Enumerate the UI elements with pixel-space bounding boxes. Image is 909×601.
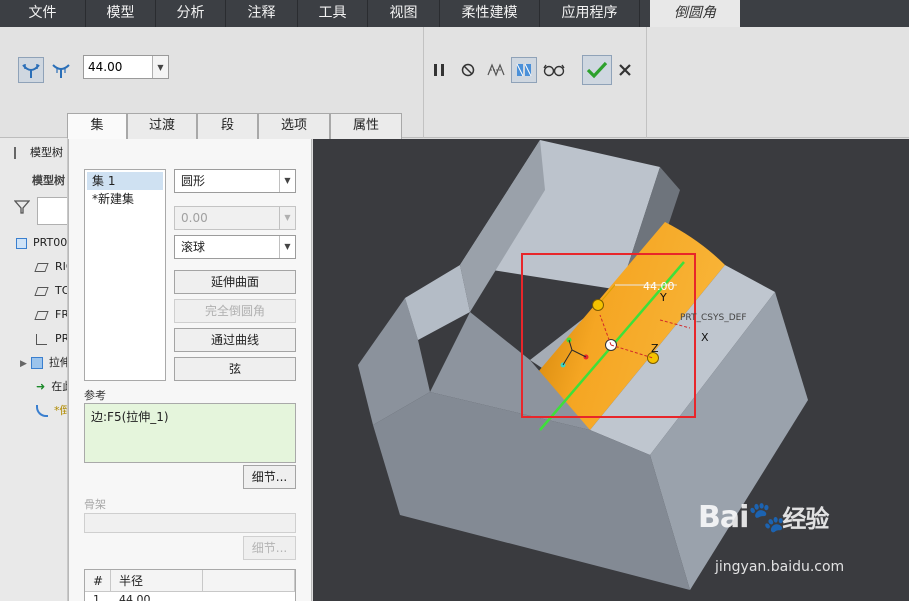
csys-label: PRT_CSYS_DEF <box>680 313 747 323</box>
tree-item[interactable]: ▶拉伸 1 <box>20 352 67 374</box>
expand-arrow-icon[interactable]: ▶ <box>20 359 27 369</box>
ok-check-icon <box>586 61 608 79</box>
filter-icon[interactable] <box>13 199 36 223</box>
cross-section-shape-select[interactable]: 圆形 ▼ <box>174 169 296 193</box>
part-icon <box>16 237 27 249</box>
spine-collector <box>84 513 296 533</box>
datum-plane-icon <box>34 262 49 272</box>
chevron-down-icon[interactable]: ▼ <box>152 56 168 78</box>
radius-combo[interactable]: ▼ <box>83 55 169 79</box>
transition-mode-button[interactable] <box>48 57 74 83</box>
conic-parameter-select: 0.00 ▼ <box>174 206 296 230</box>
chevron-down-icon[interactable]: ▼ <box>279 236 295 258</box>
no-preview-button[interactable] <box>455 57 481 83</box>
tree-item[interactable]: PRT_CSYS_DEF <box>36 328 67 350</box>
tree-item[interactable]: FRONT <box>34 304 67 326</box>
radius-table[interactable]: # 半径 1 44.00 <box>84 569 296 601</box>
model-tree-subheader: 模型树 <box>32 174 65 187</box>
insert-here-icon: ➜ <box>36 380 46 393</box>
menu-file[interactable]: 文件 <box>0 0 86 27</box>
list-item[interactable]: *新建集 <box>87 190 163 208</box>
left-step-top-face <box>405 265 470 340</box>
ribbon-separator <box>423 27 424 138</box>
transition-mode-icon <box>52 64 70 78</box>
no-preview-icon <box>461 63 475 77</box>
creation-method-select[interactable]: 滚球 ▼ <box>174 235 296 259</box>
tree-item[interactable]: *倒圆角 1 <box>36 400 67 422</box>
axis-x-label: X <box>701 331 709 344</box>
chevron-down-icon[interactable]: ▼ <box>279 170 295 192</box>
dimension-label[interactable]: 44.00 <box>643 280 675 293</box>
through-curve-button[interactable]: 通过曲线 <box>174 328 296 352</box>
extend-surfaces-button[interactable]: 延伸曲面 <box>174 270 296 294</box>
menu-tools[interactable]: 工具 <box>298 0 368 27</box>
radius-input[interactable] <box>84 56 152 78</box>
geometry-preview-button[interactable] <box>483 57 509 83</box>
tab-properties[interactable]: 属性 <box>330 113 402 139</box>
sets-list[interactable]: 集 1 *新建集 <box>84 169 166 381</box>
reference-label: 参考 <box>84 389 106 402</box>
tree-item[interactable]: PRT0001.PRT <box>16 232 67 254</box>
model-tree: 模型树 模型树 PRT0001.PRT RIGHT TOP FRONT PRT_… <box>0 138 68 601</box>
datum-plane-icon <box>34 286 49 296</box>
geometry-preview-icon <box>487 63 505 77</box>
tab-options[interactable]: 选项 <box>258 113 330 139</box>
model-tree-header[interactable]: 模型树 <box>14 142 67 164</box>
list-item[interactable]: 集 1 <box>87 172 163 190</box>
verify-preview-icon <box>516 63 532 77</box>
reference-details-button[interactable]: 细节... <box>243 465 296 489</box>
chevron-down-icon: ▼ <box>279 207 295 229</box>
menu-round-context[interactable]: 倒圆角 <box>650 0 740 27</box>
spine-details-button: 细节... <box>243 536 296 560</box>
cancel-x-icon <box>619 64 631 76</box>
tab-transitions[interactable]: 过渡 <box>127 113 197 139</box>
tree-item[interactable]: RIGHT <box>34 256 67 278</box>
menu-model[interactable]: 模型 <box>86 0 156 27</box>
table-header: # <box>85 570 111 592</box>
round-set-mode-icon <box>22 64 40 78</box>
tree-item[interactable]: TOP <box>34 280 67 302</box>
menu-analysis[interactable]: 分析 <box>156 0 226 27</box>
menu-view[interactable]: 视图 <box>368 0 440 27</box>
ok-button[interactable] <box>582 55 612 85</box>
table-header: 半径 <box>111 570 203 592</box>
reference-item[interactable]: 边:F5(拉伸_1) <box>91 410 169 424</box>
menu-annotate[interactable]: 注释 <box>226 0 298 27</box>
tab-pieces[interactable]: 段 <box>197 113 258 139</box>
table-header <box>203 570 295 592</box>
table-cell[interactable]: 44.00 <box>119 593 151 601</box>
spine-label: 骨架 <box>84 498 106 511</box>
full-round-button: 完全倒圆角 <box>174 299 296 323</box>
table-cell: 1 <box>93 593 100 601</box>
verify-preview-button[interactable] <box>511 57 537 83</box>
cancel-button[interactable] <box>612 57 638 83</box>
axis-y-label: Y <box>659 291 667 304</box>
graphics-viewport[interactable]: 44.00 Y Z X PRT_CSYS_DEF Bai🐾经验 jingyan.… <box>313 139 909 601</box>
menu-bar: 文件 模型 分析 注释 工具 视图 柔性建模 应用程序 倒圆角 <box>0 0 909 27</box>
pause-icon <box>434 64 444 76</box>
datum-plane-icon <box>34 310 49 320</box>
tree-item[interactable]: ➜在此插入 <box>36 376 67 398</box>
watermark-url: jingyan.baidu.com <box>715 559 845 575</box>
paw-icon: 🐾 <box>748 500 785 535</box>
round-set-mode-button[interactable] <box>18 57 44 83</box>
ribbon-separator <box>646 27 647 138</box>
reference-collector[interactable]: 边:F5(拉伸_1) <box>84 403 296 463</box>
pause-button[interactable] <box>426 57 452 83</box>
watermark-brand: Bai🐾经验 <box>698 500 829 535</box>
menu-flexible-modeling[interactable]: 柔性建模 <box>440 0 540 27</box>
extrude-icon <box>30 357 43 369</box>
tree-icon <box>14 147 24 159</box>
axis-z-label: Z <box>651 342 659 355</box>
tree-search-input[interactable] <box>37 197 67 225</box>
sets-panel: 集 1 *新建集 圆形 ▼ 0.00 ▼ 滚球 ▼ 延伸曲面 完全倒圆角 通过曲… <box>68 139 312 601</box>
round-icon <box>36 405 48 417</box>
radius-drag-handle[interactable] <box>592 299 604 311</box>
csys-icon <box>36 333 47 345</box>
menu-applications[interactable]: 应用程序 <box>540 0 640 27</box>
glasses-preview-button[interactable] <box>541 57 567 83</box>
chordal-button[interactable]: 弦 <box>174 357 296 381</box>
glasses-preview-icon <box>543 64 565 77</box>
tab-sets[interactable]: 集 <box>67 113 127 140</box>
